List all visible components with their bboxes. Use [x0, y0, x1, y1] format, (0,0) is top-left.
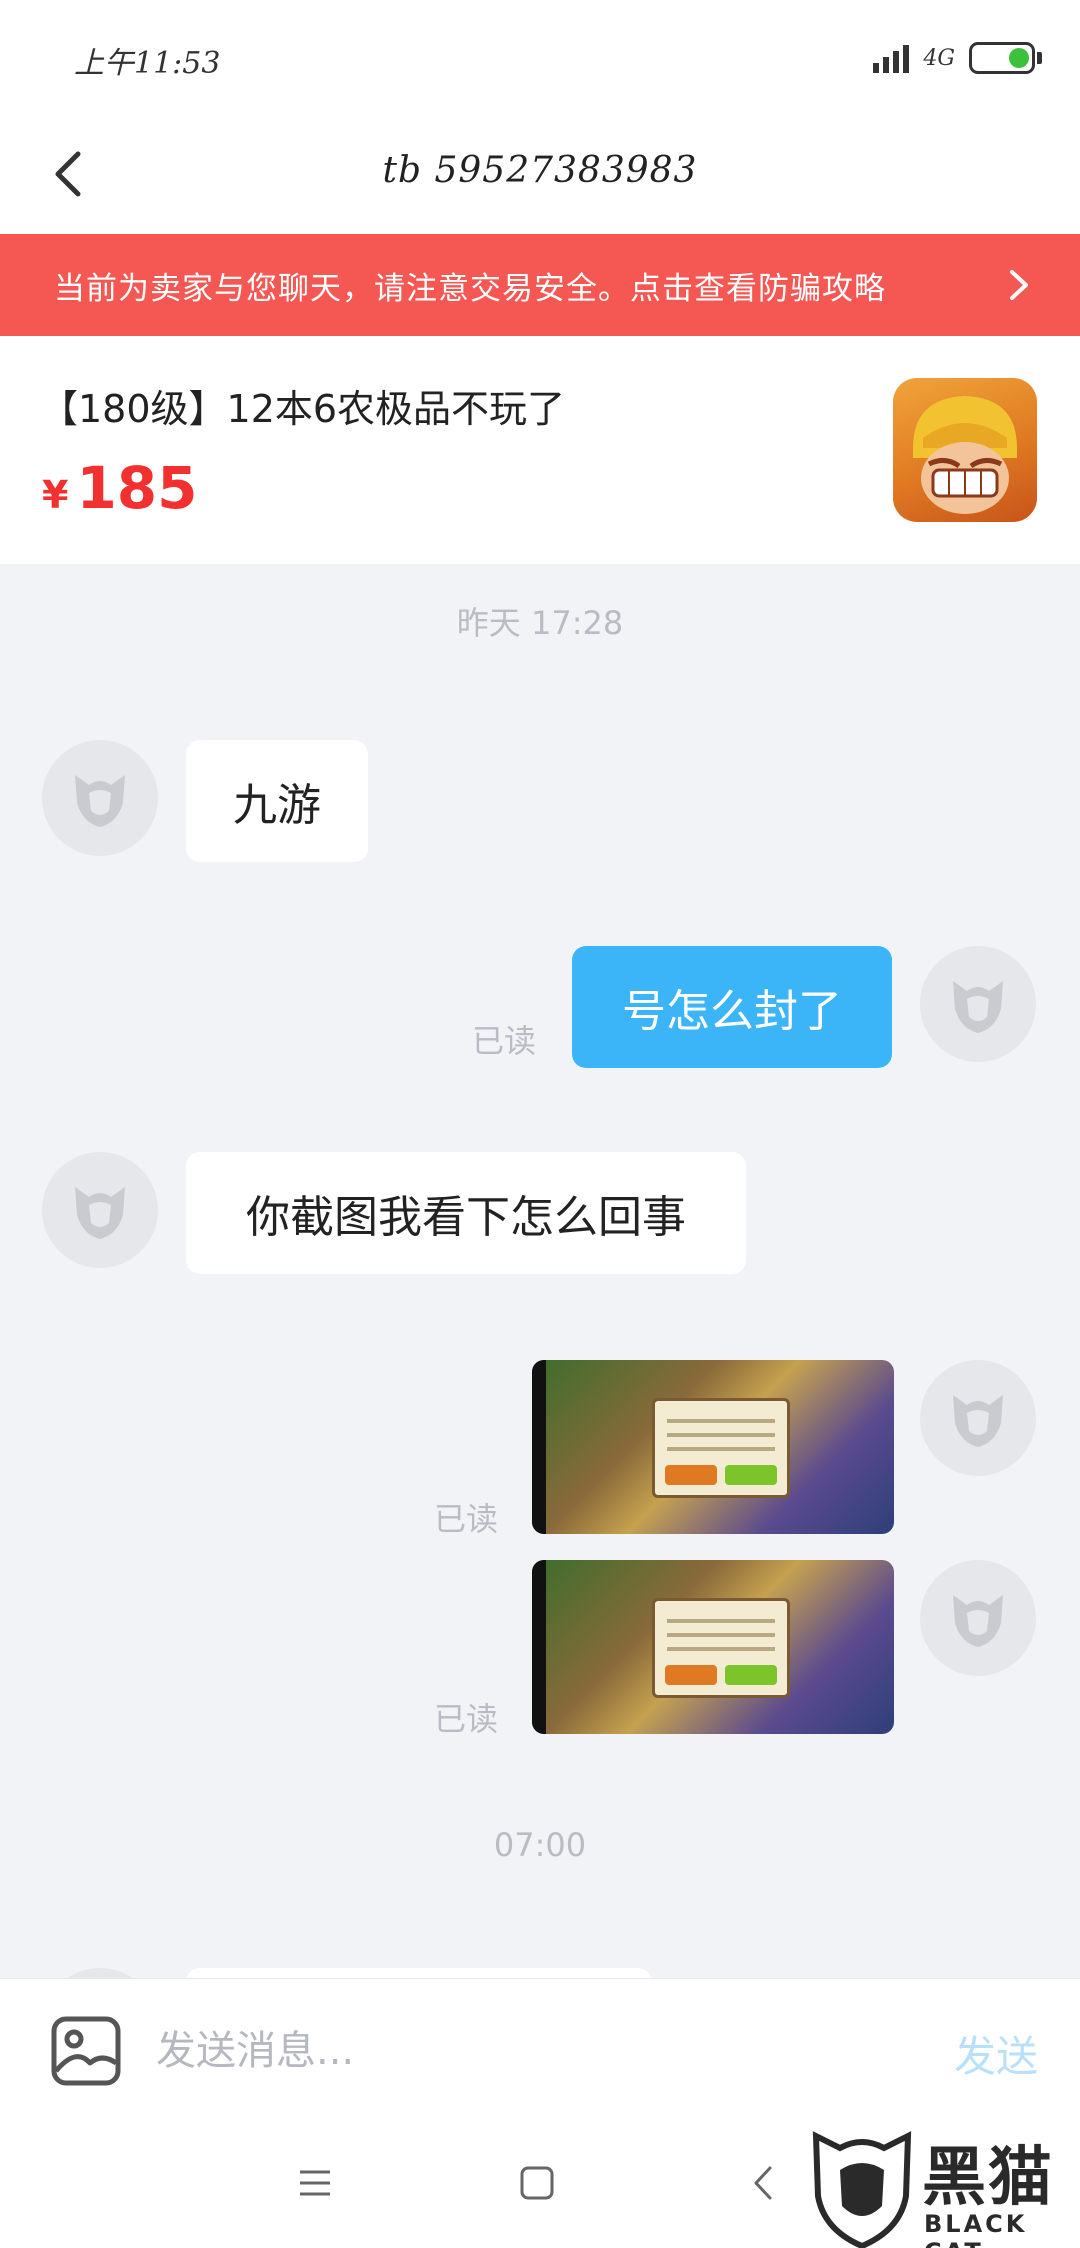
image-edge: [532, 1360, 546, 1534]
price-value: 185: [76, 454, 198, 522]
chat-area[interactable]: 昨天 17:28 九游 已读 号怎么封了 你截图我看下怎么回事 已读 已读 07…: [0, 564, 1080, 2090]
seller-avatar[interactable]: [42, 1152, 158, 1268]
image-message[interactable]: [532, 1560, 894, 1734]
price-currency: ¥: [42, 473, 69, 517]
chat-title: tb 59527383983: [382, 150, 698, 191]
chat-timestamp: 昨天 17:28: [456, 604, 624, 642]
screenshot-dialog: [652, 1398, 790, 1498]
read-status: 已读: [434, 1500, 499, 1538]
default-avatar-icon: [953, 1595, 1003, 1647]
product-title: 【180级】12本6农极品不玩了: [40, 387, 566, 431]
safety-banner-text: 当前为卖家与您聊天，请注意交易安全。点击查看防骗攻略: [54, 270, 886, 307]
safety-banner[interactable]: 当前为卖家与您聊天，请注意交易安全。点击查看防骗攻略: [0, 234, 1080, 336]
menu-icon[interactable]: [290, 2158, 340, 2208]
product-thumbnail[interactable]: [893, 378, 1037, 522]
image-message[interactable]: [532, 1360, 894, 1534]
default-avatar-icon: [953, 981, 1003, 1033]
signal-icon: [873, 43, 910, 73]
default-avatar-icon: [75, 775, 125, 827]
read-status: 已读: [434, 1700, 499, 1738]
send-button[interactable]: 发送: [954, 2023, 1038, 2084]
default-avatar-icon: [953, 1395, 1003, 1447]
game-character-icon: [913, 396, 1017, 514]
product-card[interactable]: 【180级】12本6农极品不玩了 ¥ 185: [0, 336, 1080, 564]
watermark-subtext: BLACK CAT: [924, 2210, 1028, 2248]
default-avatar-icon: [75, 1187, 125, 1239]
status-icons: 4G: [873, 38, 1042, 78]
message-input-bar: 发送: [0, 1978, 1080, 2118]
message-bubble[interactable]: 你截图我看下怎么回事: [186, 1152, 746, 1274]
my-avatar[interactable]: [920, 946, 1036, 1062]
home-icon[interactable]: [512, 2158, 562, 2208]
image-edge: [532, 1560, 546, 1734]
message-input[interactable]: [156, 2009, 896, 2093]
chevron-right-icon: [1010, 270, 1028, 300]
battery-icon: [969, 42, 1035, 74]
watermark-logo: 黑猫 BLACK CAT: [810, 2126, 1080, 2248]
battery-tip: [1037, 52, 1042, 64]
image-picker-icon[interactable]: [50, 2015, 122, 2087]
network-label: 4G: [923, 45, 955, 71]
my-avatar[interactable]: [920, 1560, 1036, 1676]
chat-timestamp: 07:00: [493, 1826, 587, 1864]
watermark-text: 黑猫: [922, 2141, 1054, 2215]
nav-back-icon[interactable]: [738, 2158, 788, 2208]
read-status: 已读: [472, 1022, 537, 1060]
screenshot-dialog: [652, 1598, 790, 1698]
product-price: ¥ 185: [42, 454, 198, 522]
status-time: 上午11:53: [74, 46, 221, 81]
message-bubble[interactable]: 号怎么封了: [572, 946, 892, 1068]
status-bar: 上午11:53 4G: [0, 0, 1080, 112]
chat-header: tb 59527383983: [0, 112, 1080, 234]
cat-shield-icon: [812, 2131, 912, 2248]
my-avatar[interactable]: [920, 1360, 1036, 1476]
seller-avatar[interactable]: [42, 740, 158, 856]
message-bubble[interactable]: 九游: [186, 740, 368, 862]
